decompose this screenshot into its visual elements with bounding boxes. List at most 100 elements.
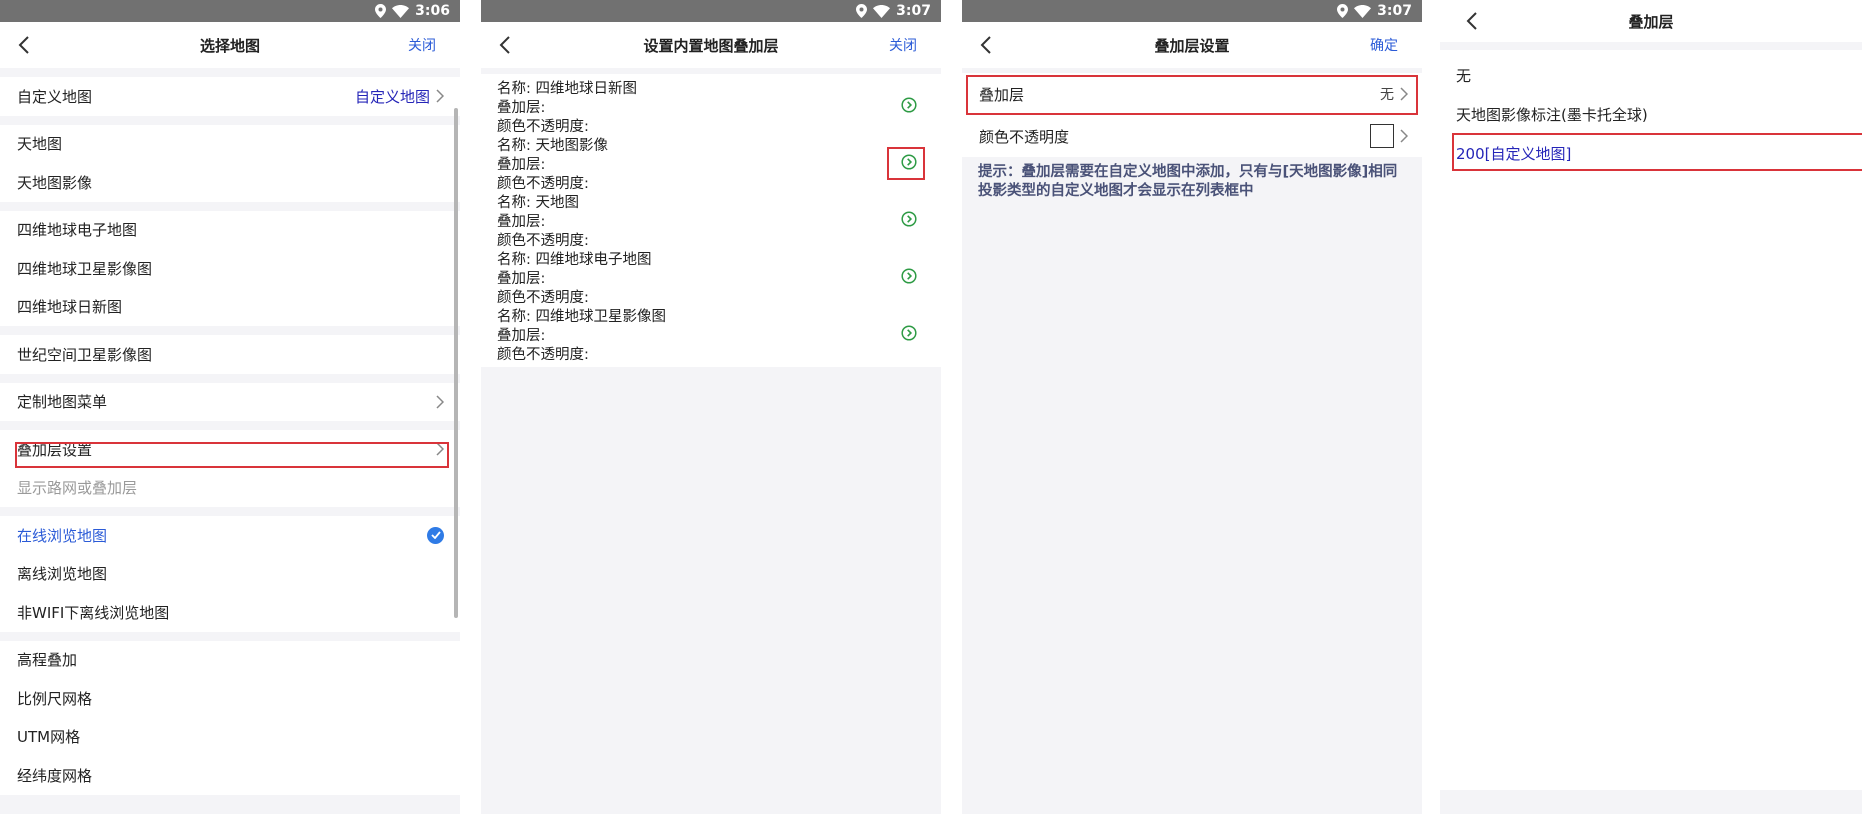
- browse-mode-online[interactable]: 在线浏览地图: [0, 516, 460, 555]
- map-option-label: 四维地球电子地图: [17, 221, 138, 240]
- location-icon: [1337, 4, 1349, 18]
- browse-mode-label: 在线浏览地图: [17, 526, 108, 545]
- overlay-settings-list: 叠加层 无 颜色不透明度: [962, 73, 1422, 157]
- chevron-left-icon: [980, 36, 991, 54]
- back-button[interactable]: [499, 22, 529, 68]
- map-option-siwei-electronic[interactable]: 四维地球电子地图: [0, 211, 460, 250]
- layer-opacity: 颜色不透明度:: [497, 347, 589, 363]
- arrow-circle-right-icon[interactable]: [901, 154, 917, 170]
- nav-bar: 设置内置地图叠加层 关闭: [481, 22, 941, 68]
- scrollbar[interactable]: [454, 108, 458, 618]
- tool-utm-grid[interactable]: UTM网格: [0, 718, 460, 757]
- custom-map-label: 自定义地图: [17, 87, 93, 106]
- panel-overlay-settings: 3:07 叠加层设置 确定 叠加层 无 颜色不透明度 提示：叠加层需要在自定义地…: [962, 0, 1422, 814]
- arrow-circle-right-icon[interactable]: [901, 97, 917, 113]
- map-option-siwei-daily[interactable]: 四维地球日新图: [0, 288, 460, 327]
- back-button[interactable]: [18, 22, 48, 68]
- custom-menu-group: 定制地图菜单: [0, 382, 460, 422]
- browse-mode-offline-no-wifi[interactable]: 非WIFI下离线浏览地图: [0, 593, 460, 632]
- map-option-tianditu-image[interactable]: 天地图影像: [0, 163, 460, 202]
- layer-name: 名称: 天地图影像: [497, 138, 608, 154]
- arrow-circle-right-icon[interactable]: [901, 211, 917, 227]
- chevron-right-icon: [436, 89, 444, 103]
- overlay-hint-label: 显示路网或叠加层: [17, 479, 138, 498]
- status-time: 3:07: [896, 3, 931, 19]
- status-time: 3:07: [1377, 3, 1412, 19]
- chevron-left-icon: [1466, 12, 1477, 30]
- overlay-value: 无: [1380, 87, 1394, 103]
- chevron-right-icon: [1400, 129, 1408, 143]
- overlay-settings-label: 叠加层设置: [17, 440, 93, 459]
- map-option-label: 天地图: [17, 135, 63, 154]
- browse-mode-offline[interactable]: 离线浏览地图: [0, 555, 460, 594]
- option-label: 天地图影像标注(墨卡托全球): [1456, 106, 1648, 124]
- page-title: 叠加层设置: [1154, 36, 1230, 55]
- arrow-circle-right-icon[interactable]: [901, 268, 917, 284]
- layer-item[interactable]: 名称: 四维地球电子地图 叠加层: 颜色不透明度:: [481, 249, 941, 306]
- map-option-shiji-satellite[interactable]: 世纪空间卫星影像图: [0, 335, 460, 374]
- overlay-hint-text: 提示：叠加层需要在自定义地图中添加，只有与[天地图影像]相同投影类型的自定义地图…: [978, 164, 1398, 199]
- layer-name: 名称: 天地图: [497, 195, 579, 211]
- tianditu-group: 天地图 天地图影像: [0, 124, 460, 202]
- map-option-siwei-satellite[interactable]: 四维地球卫星影像图: [0, 249, 460, 288]
- chevron-left-icon: [18, 36, 29, 54]
- wifi-icon: [873, 4, 891, 18]
- tool-scale-grid[interactable]: 比例尺网格: [0, 679, 460, 718]
- panel-builtin-overlay: 3:07 设置内置地图叠加层 关闭 名称: 四维地球日新图 叠加层: 颜色不透明…: [481, 0, 941, 814]
- back-button[interactable]: [980, 22, 1010, 68]
- close-button[interactable]: 关闭: [889, 35, 917, 55]
- browse-mode-label: 非WIFI下离线浏览地图: [17, 603, 170, 622]
- map-option-label: 世纪空间卫星影像图: [17, 345, 153, 364]
- layer-item[interactable]: 名称: 四维地球卫星影像图 叠加层: 颜色不透明度:: [481, 306, 941, 363]
- nav-bar: 叠加层设置 确定: [962, 22, 1422, 68]
- close-button[interactable]: 关闭: [408, 35, 436, 55]
- layer-item[interactable]: 名称: 天地图影像 叠加层: 颜色不透明度:: [481, 135, 941, 192]
- custom-map-value: 自定义地图: [354, 87, 430, 106]
- tool-label: 经纬度网格: [17, 766, 93, 785]
- overlay-group: 叠加层设置 显示路网或叠加层: [0, 430, 460, 507]
- nav-bar: 叠加层: [1440, 0, 1862, 42]
- arrow-circle-right-icon[interactable]: [901, 325, 917, 341]
- custom-menu-label: 定制地图菜单: [17, 393, 108, 412]
- layer-item[interactable]: 名称: 天地图 叠加层: 颜色不透明度:: [481, 192, 941, 249]
- overlay-option-tianditu-label[interactable]: 天地图影像标注(墨卡托全球): [1440, 95, 1862, 134]
- tool-label: 比例尺网格: [17, 689, 93, 708]
- status-bar: 3:06: [0, 0, 460, 22]
- custom-menu-row[interactable]: 定制地图菜单: [0, 383, 460, 422]
- option-label: 无: [1456, 67, 1472, 85]
- layer-overlay: 叠加层:: [497, 214, 546, 230]
- status-bar: 3:07: [481, 0, 941, 22]
- opacity-row[interactable]: 颜色不透明度: [962, 115, 1422, 157]
- opacity-label: 颜色不透明度: [979, 127, 1070, 146]
- overlay-settings-row[interactable]: 叠加层设置: [0, 430, 460, 469]
- confirm-button[interactable]: 确定: [1370, 35, 1398, 55]
- chevron-right-icon: [436, 395, 444, 409]
- tools-group: 高程叠加 比例尺网格 UTM网格 经纬度网格: [0, 640, 460, 795]
- layer-name: 名称: 四维地球电子地图: [497, 252, 652, 268]
- wifi-icon: [1354, 4, 1372, 18]
- nav-bar: 选择地图 关闭: [0, 22, 460, 68]
- wifi-icon: [392, 4, 410, 18]
- map-option-tianditu[interactable]: 天地图: [0, 125, 460, 164]
- layer-overlay: 叠加层:: [497, 157, 546, 173]
- status-bar: 3:07: [962, 0, 1422, 22]
- chevron-right-icon: [436, 442, 444, 456]
- tool-latlng-grid[interactable]: 经纬度网格: [0, 756, 460, 795]
- tool-elevation[interactable]: 高程叠加: [0, 641, 460, 680]
- chevron-left-icon: [499, 36, 510, 54]
- map-option-label: 天地图影像: [17, 173, 93, 192]
- overlay-option-none[interactable]: 无: [1440, 56, 1862, 95]
- location-icon: [375, 4, 387, 18]
- overlay-option-custom-200[interactable]: 200[自定义地图]: [1440, 134, 1862, 173]
- layer-overlay: 叠加层:: [497, 328, 546, 344]
- layer-list: 名称: 四维地球日新图 叠加层: 颜色不透明度: 名称: 天地图影像 叠加层: …: [481, 74, 941, 367]
- overlay-select-row[interactable]: 叠加层 无: [962, 73, 1422, 115]
- back-button[interactable]: [1466, 0, 1478, 42]
- custom-map-row[interactable]: 自定义地图 自定义地图: [0, 77, 460, 116]
- color-swatch[interactable]: [1370, 124, 1394, 148]
- layer-item[interactable]: 名称: 四维地球日新图 叠加层: 颜色不透明度:: [481, 78, 941, 135]
- check-icon: [427, 526, 444, 544]
- layer-overlay: 叠加层:: [497, 271, 546, 287]
- map-option-label: 四维地球卫星影像图: [17, 259, 153, 278]
- page-title: 叠加层: [1628, 12, 1674, 31]
